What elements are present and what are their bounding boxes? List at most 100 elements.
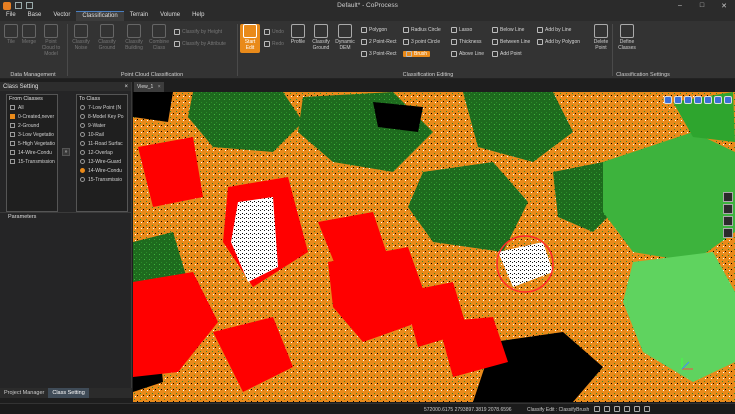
- add-point-tool[interactable]: Add Point: [492, 51, 522, 57]
- define-classes-button[interactable]: Define Classes: [616, 24, 638, 51]
- info-icon[interactable]: [644, 406, 650, 412]
- undo-button[interactable]: Undo: [264, 29, 284, 35]
- layer-icon[interactable]: [614, 406, 620, 412]
- class-checkbox[interactable]: [10, 132, 15, 137]
- merge-button[interactable]: Merge: [18, 24, 40, 45]
- three-point-rect-tool[interactable]: 3 Point-Rect: [361, 51, 397, 57]
- settings-icon[interactable]: [624, 406, 630, 412]
- below-line-tool[interactable]: Below Line: [492, 27, 524, 33]
- from-class-item[interactable]: 3-Low Vegetatio: [7, 130, 57, 139]
- panel-close-button[interactable]: ×: [124, 84, 128, 90]
- render-mode-icon[interactable]: [704, 96, 712, 104]
- close-window-button[interactable]: ✕: [713, 0, 735, 11]
- class-checkbox[interactable]: [10, 123, 15, 128]
- between-line-tool[interactable]: Between Line: [492, 39, 530, 45]
- class-radio[interactable]: [80, 114, 85, 119]
- add-by-polygon-tool[interactable]: Add by Polygon: [537, 39, 580, 45]
- polygon-tool[interactable]: Polygon: [361, 27, 387, 33]
- to-class-item[interactable]: 15-Transmissio: [77, 175, 127, 184]
- two-point-rect-tool[interactable]: 2 Point-Rect: [361, 39, 397, 45]
- view-front-icon[interactable]: [674, 96, 682, 104]
- from-class-item[interactable]: 15-Transmission: [7, 157, 57, 166]
- minimize-button[interactable]: –: [669, 0, 691, 11]
- start-edit-button[interactable]: Start Edit: [240, 24, 260, 53]
- brush-tool[interactable]: Brush: [403, 51, 431, 57]
- class-radio[interactable]: [80, 177, 85, 182]
- class-checkbox[interactable]: [10, 141, 15, 146]
- radius-circle-tool[interactable]: Radius Circle: [403, 27, 441, 33]
- to-class-item[interactable]: 7-Low Point (N: [77, 103, 127, 112]
- to-class-item[interactable]: 13-Wire-Guard: [77, 157, 127, 166]
- tab-file[interactable]: File: [0, 11, 22, 21]
- classify-noise-button[interactable]: Classify Noise: [70, 24, 92, 51]
- zoom-out-icon[interactable]: [723, 204, 733, 214]
- view-side-icon[interactable]: [684, 96, 692, 104]
- above-line-tool[interactable]: Above Line: [451, 51, 484, 57]
- three-point-circle-tool[interactable]: 3 point Circle: [403, 39, 440, 45]
- to-class-item[interactable]: 8-Model Key Po: [77, 112, 127, 121]
- delete-point-button[interactable]: Delete Point: [590, 24, 612, 51]
- lasso-tool[interactable]: Lasso: [451, 27, 472, 33]
- tab-terrain[interactable]: Terrain: [124, 11, 154, 21]
- class-radio[interactable]: [80, 141, 85, 146]
- move-class-button[interactable]: »: [62, 148, 70, 156]
- thickness-tool[interactable]: Thickness: [451, 39, 482, 45]
- class-checkbox[interactable]: [10, 150, 15, 155]
- class-checkbox[interactable]: [10, 114, 15, 119]
- classify-by-height-button[interactable]: Classify by Height: [174, 29, 222, 35]
- from-class-item[interactable]: 14-Wire-Condu: [7, 148, 57, 157]
- tab-class-setting[interactable]: Class Setting: [48, 388, 89, 398]
- snap-icon[interactable]: [594, 406, 600, 412]
- class-radio[interactable]: [80, 168, 85, 173]
- add-by-line-tool[interactable]: Add by Line: [537, 27, 571, 33]
- to-class-item[interactable]: 9-Water: [77, 121, 127, 130]
- class-radio[interactable]: [80, 123, 85, 128]
- pan-icon[interactable]: [723, 228, 733, 238]
- to-class-item[interactable]: 14-Wire-Condu: [77, 166, 127, 175]
- point-cloud-canvas[interactable]: [133, 92, 735, 402]
- class-radio[interactable]: [80, 150, 85, 155]
- from-class-item[interactable]: 0-Created,never: [7, 112, 57, 121]
- point-cloud-to-model-button[interactable]: Point Cloud to Model: [40, 24, 62, 57]
- view-3d-icon[interactable]: [694, 96, 702, 104]
- save-icon[interactable]: [15, 2, 22, 9]
- to-class-item[interactable]: 12-Overlap: [77, 148, 127, 157]
- tab-volume[interactable]: Volume: [154, 11, 186, 21]
- classify-ground-dim-button[interactable]: Classify Ground: [96, 24, 118, 51]
- to-class-item[interactable]: 10-Rail: [77, 130, 127, 139]
- classify-ground-button[interactable]: Classify Ground: [310, 24, 332, 51]
- color-mode-icon[interactable]: [714, 96, 722, 104]
- class-radio[interactable]: [80, 132, 85, 137]
- profile-button[interactable]: Profile: [287, 24, 309, 45]
- tab-classification[interactable]: Classification: [76, 11, 124, 21]
- tab-help[interactable]: Help: [186, 11, 210, 21]
- classify-by-attribute-button[interactable]: Classify by Attribute: [174, 41, 226, 47]
- view-top-icon[interactable]: [664, 96, 672, 104]
- view-tab-close[interactable]: ×: [158, 84, 161, 90]
- combine-class-button[interactable]: Combine Class: [148, 24, 170, 51]
- open-folder-icon[interactable]: [26, 2, 33, 9]
- grid-icon[interactable]: [604, 406, 610, 412]
- tab-vector[interactable]: Vector: [47, 11, 76, 21]
- parameters-header[interactable]: Parameters: [0, 212, 132, 221]
- fullscreen-icon[interactable]: [634, 406, 640, 412]
- redo-button[interactable]: Redo: [264, 41, 284, 47]
- tab-project-manager[interactable]: Project Manager: [0, 388, 48, 398]
- zoom-in-icon[interactable]: [723, 192, 733, 202]
- class-checkbox[interactable]: [10, 159, 15, 164]
- class-radio[interactable]: [80, 159, 85, 164]
- class-radio[interactable]: [80, 105, 85, 110]
- from-class-item[interactable]: 2-Ground: [7, 121, 57, 130]
- from-class-item[interactable]: 5-High Vegetatio: [7, 139, 57, 148]
- tab-base[interactable]: Base: [22, 11, 48, 21]
- measure-icon[interactable]: [724, 96, 732, 104]
- from-class-item[interactable]: All: [7, 103, 57, 112]
- class-checkbox[interactable]: [10, 105, 15, 110]
- point-cloud-viewport[interactable]: [133, 92, 735, 402]
- dynamic-dem-button[interactable]: Dynamic DEM: [334, 24, 356, 51]
- maximize-button[interactable]: □: [691, 0, 713, 11]
- view-tab[interactable]: View_1 ×: [134, 82, 164, 92]
- zoom-extent-icon[interactable]: [723, 216, 733, 226]
- classify-building-button[interactable]: Classify Building: [123, 24, 145, 51]
- to-class-item[interactable]: 11-Road Surfac: [77, 139, 127, 148]
